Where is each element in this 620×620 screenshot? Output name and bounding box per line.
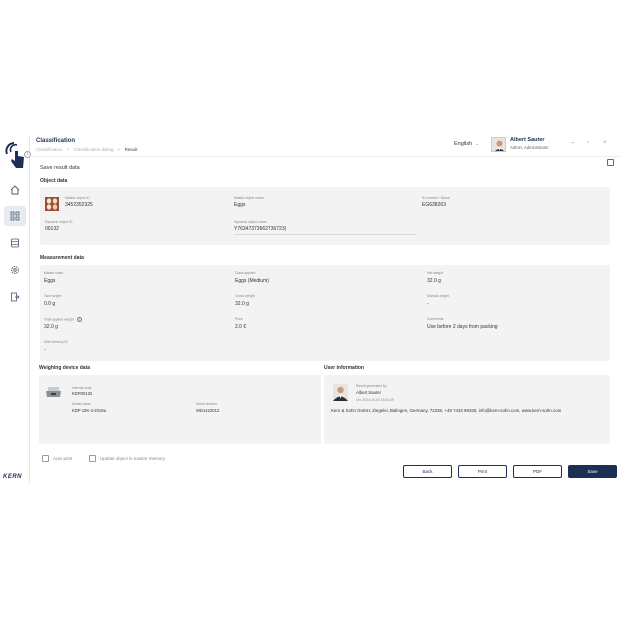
price-value: 2.0 € (235, 324, 247, 330)
generated-by-avatar (333, 384, 348, 401)
settings-gear-icon[interactable] (4, 260, 26, 280)
breadcrumb: Classification > Classification dialog >… (36, 147, 140, 152)
auto-print-label: Auto print (53, 456, 73, 461)
dynamic-object-name-label: Dynamic object name (234, 220, 267, 224)
measurement-data-card: Master class Eggs Class applied Eggs (Me… (40, 265, 610, 361)
comments-label: Comments (427, 317, 444, 321)
tare-weight-value: 0.0 g (44, 301, 56, 307)
back-button[interactable]: Back (403, 465, 452, 478)
page-title: Classification (36, 138, 76, 144)
alibi-memory-id-value: - (44, 347, 46, 353)
avatar[interactable] (491, 137, 506, 152)
master-class-label: Master class (44, 271, 64, 275)
auto-print-checkbox[interactable] (42, 455, 49, 462)
breadcrumb-separator: > (66, 147, 70, 152)
generated-by-name: Albert Sauter (356, 390, 382, 395)
master-class-value: Eggs (44, 278, 56, 284)
comments-value: Use before 2 days from packing (427, 324, 498, 330)
user-name[interactable]: Albert Sauter (510, 137, 545, 143)
language-selector[interactable]: English ⌄ (454, 141, 479, 147)
breadcrumb-classification[interactable]: Classification (36, 147, 63, 152)
model-name-label: Model name (72, 402, 91, 406)
close-icon[interactable]: × (603, 140, 607, 146)
dashboard-grid-icon[interactable] (4, 206, 26, 226)
user-information-heading: User information (324, 365, 365, 371)
net-weight-value: 32.0 g (427, 278, 441, 284)
gross-weight-value: 32.0 g (235, 301, 249, 307)
pdf-button[interactable]: PDF (513, 465, 562, 478)
database-icon[interactable] (4, 233, 26, 253)
price-label: Price (235, 317, 243, 321)
breadcrumb-classification-dialog[interactable]: Classification dialog (74, 147, 114, 152)
serial-number-label: Serial number (196, 402, 218, 406)
breadcrumb-result: Result (124, 147, 138, 152)
input-underline (234, 234, 416, 235)
user-information-card: Result generated by Albert Sauter On: 20… (324, 375, 610, 444)
object-thumbnail (45, 197, 59, 211)
serial-number-value: WD1422012 (196, 408, 220, 413)
object-data-card: Master object ID 3452352325 Master objec… (40, 187, 610, 245)
master-object-name-value: Eggs (234, 202, 246, 208)
master-object-id-label: Master object ID (65, 196, 90, 200)
main-content: Save result data Object data Master obje… (30, 159, 620, 483)
minimize-icon[interactable]: – (571, 140, 574, 146)
tare-weight-label: Tare weight (44, 294, 62, 298)
master-object-id-value: 3452352325 (65, 202, 93, 208)
net-weight-label: Net weight (427, 271, 444, 275)
scale-device-image (45, 385, 62, 398)
total-applied-weight-label: Total applied weight i (44, 317, 82, 322)
company-contact-info: Kern & Sohn GmbH, Ziegelei, Balingen, Ge… (331, 408, 562, 413)
export-icon[interactable] (607, 159, 614, 166)
internal-code-value: KDP00132 (72, 391, 93, 396)
weighing-device-heading: Weighing device data (39, 365, 91, 371)
dynamic-object-name-input[interactable]: Y76347373662736723| (234, 226, 286, 232)
language-label: English (454, 141, 473, 147)
alibi-memory-id-label: Alibi memory ID (44, 340, 68, 344)
info-icon[interactable]: i (76, 317, 82, 322)
user-role: Admin, Administrator (510, 145, 549, 150)
total-applied-weight-value: 32.0 g (44, 324, 58, 330)
object-data-heading: Object data (40, 178, 68, 184)
maximize-icon[interactable]: ▫ (587, 140, 589, 146)
home-icon[interactable] (4, 180, 26, 200)
id-number-value: EG638263 (422, 202, 446, 208)
dynamic-object-id-label: Dynamic object ID (45, 220, 73, 224)
gross-weight-label: Gross weight (235, 294, 255, 298)
update-master-label: Update object in master memory (100, 456, 166, 461)
generated-on-timestamp: On: 2024-10-04 18:44:29 (356, 398, 394, 402)
manual-weight-value: - (427, 301, 429, 307)
touch-hand-icon (4, 141, 26, 169)
app-window: ‹ KERN Classification Classification > C… (0, 135, 620, 483)
total-applied-weight-text: Total applied weight (44, 317, 74, 322)
weighing-device-card: Internal code KDP00132 Model name KDP 10… (39, 375, 321, 444)
sidebar: ‹ KERN (0, 135, 31, 483)
id-number-label: ID number / Name (422, 196, 450, 200)
page-heading: Save result data (40, 165, 80, 171)
save-button[interactable]: Save (568, 465, 617, 478)
brand-logo: KERN (3, 474, 23, 480)
manual-weight-label: Manual weight (427, 294, 449, 298)
class-applied-label: Class applied (235, 271, 256, 275)
app-header: Classification Classification > Classifi… (30, 135, 620, 157)
internal-code-label: Internal code (72, 386, 92, 390)
result-generated-label: Result generated by (356, 384, 387, 388)
logout-icon[interactable] (4, 287, 26, 307)
print-button[interactable]: Print (458, 465, 507, 478)
master-object-name-label: Master object name (234, 196, 264, 200)
breadcrumb-separator: > (117, 147, 121, 152)
dynamic-object-id-value: 00132 (45, 226, 59, 232)
update-master-checkbox[interactable] (89, 455, 96, 462)
chevron-down-icon: ⌄ (475, 141, 480, 147)
class-applied-value: Eggs (Medium) (235, 278, 269, 284)
model-name-value: KDP 10K-4-2019a (72, 408, 106, 413)
measurement-data-heading: Measurement data (40, 255, 84, 261)
